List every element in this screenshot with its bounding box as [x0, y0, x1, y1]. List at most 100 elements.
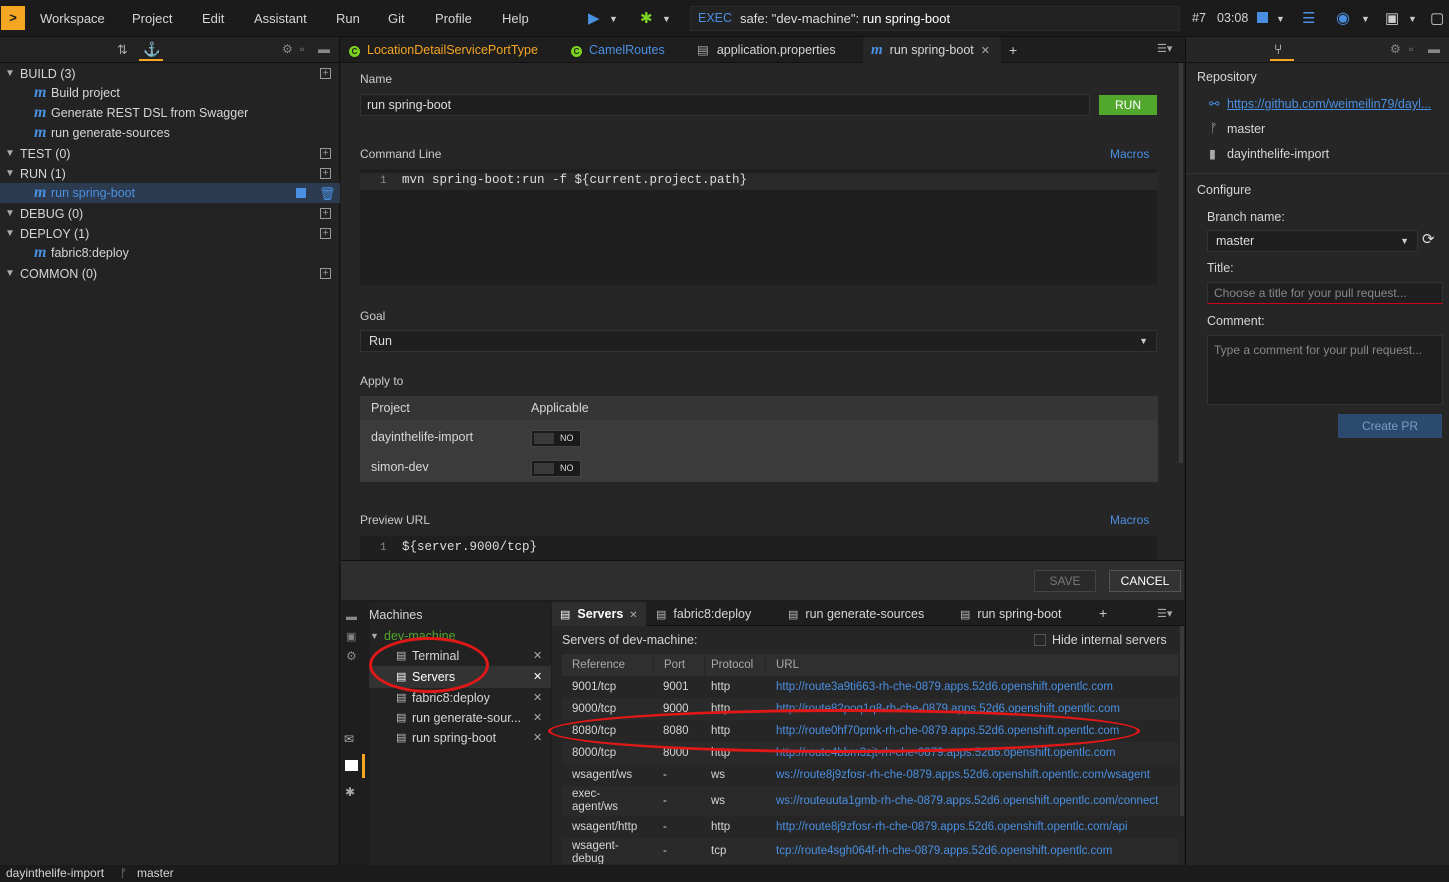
menu-workspace[interactable]: Workspace	[40, 11, 105, 26]
tabs-menu-icon[interactable]: ☰▾	[1157, 607, 1172, 620]
macros-link[interactable]: Macros	[1110, 147, 1149, 161]
debug-dropdown-icon[interactable]: ▼	[662, 14, 671, 24]
preview-url-editor[interactable]: 1 ${server.9000/tcp}	[360, 536, 1157, 560]
applicable-toggle[interactable]: NO	[531, 430, 581, 447]
debug-bug-icon[interactable]: ✱	[640, 9, 653, 27]
collapse-icon[interactable]: ▣	[346, 630, 356, 643]
group-common[interactable]: ▼ COMMON (0) +	[0, 264, 340, 284]
maximize-icon[interactable]: ▫	[1409, 42, 1413, 56]
command-item[interactable]: m run generate-sources	[0, 123, 340, 143]
stop-dropdown-icon[interactable]: ▼	[1276, 14, 1285, 24]
process-generate-sources[interactable]: ▤ run generate-sour... ✕	[396, 708, 551, 728]
fullscreen-icon[interactable]: ▢	[1430, 9, 1444, 27]
goal-select[interactable]: Run ▼	[360, 330, 1157, 352]
minimize-icon[interactable]: ▬	[1428, 42, 1440, 56]
repository-url[interactable]: https://github.com/weimeilin79/dayl...	[1227, 97, 1431, 111]
tab-application-properties[interactable]: ▤ application.properties	[697, 37, 836, 63]
menu-edit[interactable]: Edit	[202, 11, 224, 26]
menu-profile[interactable]: Profile	[435, 11, 472, 26]
add-command-icon[interactable]: +	[320, 148, 331, 159]
duplicate-icon[interactable]	[296, 188, 306, 198]
che-logo-icon[interactable]: >	[1, 6, 25, 30]
add-command-icon[interactable]: +	[320, 208, 331, 219]
group-run[interactable]: ▼ RUN (1) +	[0, 164, 340, 184]
commands-icon[interactable]: ⚓	[143, 41, 160, 58]
create-pr-button[interactable]: Create PR	[1338, 414, 1442, 438]
run-button[interactable]: RUN	[1099, 95, 1157, 115]
run-play-icon[interactable]: ▶	[588, 9, 600, 27]
title-input[interactable]: Choose a title for your pull request...	[1207, 282, 1443, 304]
target-icon[interactable]: ◉	[1336, 8, 1350, 28]
command-item[interactable]: m Build project	[0, 83, 340, 103]
console-icon[interactable]: ▬	[346, 611, 357, 623]
applicable-toggle[interactable]: NO	[531, 460, 581, 477]
refresh-icon[interactable]: ⟳	[1422, 230, 1435, 248]
server-url-link[interactable]: http://route3a9ti663-rh-che-0879.apps.52…	[776, 676, 1176, 698]
settings-gear-icon[interactable]: ⚙	[346, 649, 357, 663]
editor-scrollbar[interactable]	[1179, 63, 1183, 463]
servers-scrollbar[interactable]	[1180, 626, 1184, 816]
comment-textarea[interactable]: Type a comment for your pull request...	[1207, 335, 1443, 405]
branch-select[interactable]: master ▼	[1207, 230, 1418, 252]
pull-request-icon[interactable]: ⑂	[1274, 41, 1282, 57]
add-tab-icon[interactable]: +	[1009, 42, 1017, 58]
command-item[interactable]: m Generate REST DSL from Swagger	[0, 103, 340, 123]
add-command-icon[interactable]: +	[320, 168, 331, 179]
server-url-link[interactable]: tcp://route4sgh064f-rh-che-0879.apps.52d…	[776, 838, 1176, 864]
group-deploy[interactable]: ▼ DEPLOY (1) +	[0, 224, 340, 244]
close-icon[interactable]: ✕	[533, 670, 542, 683]
command-line-editor[interactable]: 1 mvn spring-boot:run -f ${current.proje…	[360, 169, 1157, 285]
close-icon[interactable]: ✕	[533, 691, 542, 704]
server-url-link[interactable]: http://route8j9zfosr-rh-che-0879.apps.52…	[776, 816, 1176, 838]
project-tree-icon[interactable]: ⇅	[117, 42, 128, 58]
tab-fabric8[interactable]: ▤ fabric8:deploy	[656, 602, 751, 626]
hide-internal-checkbox[interactable]	[1034, 634, 1046, 646]
menu-run[interactable]: Run	[336, 11, 360, 26]
menu-project[interactable]: Project	[132, 11, 172, 26]
add-command-icon[interactable]: +	[320, 228, 331, 239]
run-dropdown-icon[interactable]: ▼	[609, 14, 618, 24]
cancel-button[interactable]: CANCEL	[1109, 570, 1181, 592]
add-command-icon[interactable]: +	[320, 68, 331, 79]
command-item[interactable]: m fabric8:deploy	[0, 243, 340, 263]
list-icon[interactable]: ☰	[1302, 9, 1315, 27]
stop-icon[interactable]	[1257, 12, 1268, 23]
close-icon[interactable]: ✕	[533, 649, 542, 662]
group-test[interactable]: ▼ TEST (0) +	[0, 144, 340, 164]
close-icon[interactable]: ✕	[981, 45, 990, 57]
settings-gear-icon[interactable]: ⚙	[1390, 42, 1401, 56]
minimize-icon[interactable]: ▬	[318, 42, 330, 56]
menu-git[interactable]: Git	[388, 11, 405, 26]
process-spring-boot[interactable]: ▤ run spring-boot ✕	[396, 728, 551, 748]
macros-link[interactable]: Macros	[1110, 513, 1149, 527]
command-item-selected[interactable]: m run spring-boot 🗑	[0, 183, 340, 203]
debug-bug-icon[interactable]: ✱	[345, 785, 355, 799]
close-icon[interactable]: ✕	[629, 610, 637, 621]
settings-gear-icon[interactable]: ⚙	[282, 42, 293, 56]
save-button[interactable]: SAVE	[1034, 570, 1096, 592]
tabs-menu-icon[interactable]: ☰▾	[1157, 42, 1172, 55]
name-input[interactable]: run spring-boot	[360, 94, 1090, 116]
add-command-icon[interactable]: +	[320, 268, 331, 279]
menu-help[interactable]: Help	[502, 11, 529, 26]
target-dropdown-icon[interactable]: ▼	[1361, 14, 1370, 24]
tab-camel-routes[interactable]: C CamelRoutes	[571, 37, 665, 63]
tab-run-spring-boot[interactable]: m run spring-boot ✕	[863, 37, 1001, 63]
menu-assistant[interactable]: Assistant	[254, 11, 307, 26]
add-tab-icon[interactable]: +	[1099, 605, 1107, 621]
tab-run-spring-boot[interactable]: ▤ run spring-boot	[960, 602, 1061, 626]
layout-dropdown-icon[interactable]: ▼	[1408, 14, 1417, 24]
notifications-icon[interactable]: ✉	[344, 732, 354, 746]
trash-icon[interactable]: 🗑	[319, 184, 336, 204]
layout-icon[interactable]: ▣	[1385, 9, 1399, 27]
close-icon[interactable]: ✕	[533, 731, 542, 744]
group-debug[interactable]: ▼ DEBUG (0) +	[0, 204, 340, 224]
tab-servers[interactable]: ▤ Servers ✕	[552, 602, 646, 626]
terminal-panel-icon[interactable]	[345, 760, 358, 771]
close-icon[interactable]: ✕	[533, 711, 542, 724]
maximize-icon[interactable]: ▫	[300, 42, 304, 56]
server-url-link[interactable]: ws://route8j9zfosr-rh-che-0879.apps.52d6…	[776, 764, 1176, 786]
tab-generate-sources[interactable]: ▤ run generate-sources	[788, 602, 924, 626]
tab-location-detail[interactable]: C LocationDetailServicePortType	[349, 37, 538, 63]
group-build[interactable]: ▼ BUILD (3) +	[0, 64, 340, 84]
